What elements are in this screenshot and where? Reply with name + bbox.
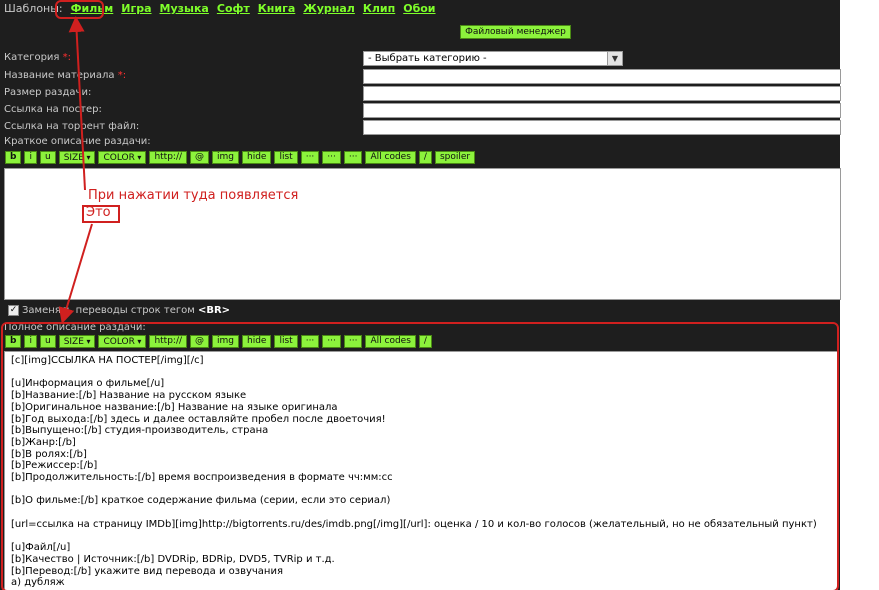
template-link-game[interactable]: Игра [121,2,151,15]
required-mark: *: [62,52,72,63]
poster-input[interactable] [363,103,841,118]
hide-button[interactable]: hide [242,151,272,164]
color-dropdown[interactable]: COLOR [98,151,147,164]
size-input[interactable] [363,86,841,101]
template-link-clip[interactable]: Клип [363,2,395,15]
template-link-book[interactable]: Книга [258,2,295,15]
category-select[interactable]: - Выбрать категорию - ▼ [363,51,623,66]
highlight-full-desc [1,322,839,590]
underline-button[interactable]: u [39,151,56,164]
category-row: Категория *: - Выбрать категорию - ▼ [0,50,840,67]
upload-form: Категория *: - Выбрать категорию - ▼ Назв… [0,50,841,320]
category-select-value: - Выбрать категорию - [368,53,487,64]
torrent-input[interactable] [363,120,841,135]
templates-panel: Шаблоны: Фильм Игра Музыка Софт Книга Журнал Кл… [0,0,840,50]
annotation-this: Это [86,205,111,220]
extra-button[interactable]: ··· [300,151,320,164]
annotation-text: При нажатии туда появляется [88,188,299,203]
name-input[interactable] [363,69,841,84]
bold-button[interactable]: b [5,151,22,164]
br-checkbox-label: Заменять переводы строк тегом <BR> [22,305,231,316]
italic-button[interactable]: i [24,151,37,164]
required-mark: *: [117,70,127,81]
torrent-label: Ссылка на торрент файл: [4,121,140,132]
poster-label: Ссылка на постер: [4,104,102,115]
size-row: Размер раздачи: [0,85,841,102]
size-dropdown[interactable]: SIZE [58,151,96,164]
short-desc-toolbar: b i u SIZE COLOR http:// @ img hide list… [5,151,476,164]
size-label: Размер раздачи: [4,87,92,98]
img-button[interactable]: img [212,151,240,164]
name-row: Название материала *: [0,68,841,85]
all-codes-button[interactable]: All codes [365,151,416,164]
category-label: Категория [4,52,60,63]
name-label: Название материала [4,70,115,81]
template-link-soft[interactable]: Софт [217,2,250,15]
url-button[interactable]: http:// [149,151,188,164]
file-manager-button[interactable]: Файловый менеджер [460,25,571,39]
br-tag: <BR> [197,305,231,316]
template-link-music[interactable]: Музыка [160,2,209,15]
close-tags-button[interactable]: / [418,151,432,164]
br-checkbox[interactable]: ✓ [8,305,19,316]
templates-label: Шаблоны: [4,2,63,15]
email-button[interactable]: @ [190,151,210,164]
extra-button[interactable]: ··· [343,151,363,164]
poster-row: Ссылка на постер: [0,102,841,119]
list-button[interactable]: list [274,151,298,164]
highlight-film-link [55,0,104,19]
extra-button[interactable]: ··· [322,151,341,164]
template-link-magazine[interactable]: Журнал [303,2,355,15]
template-link-wallpaper[interactable]: Обои [403,2,435,15]
short-desc-label: Краткое описание раздачи: [4,136,151,147]
spoiler-button[interactable]: spoiler [434,151,476,164]
short-desc-row: Краткое описание раздачи: [0,134,840,151]
chevron-down-icon[interactable]: ▼ [607,52,622,65]
